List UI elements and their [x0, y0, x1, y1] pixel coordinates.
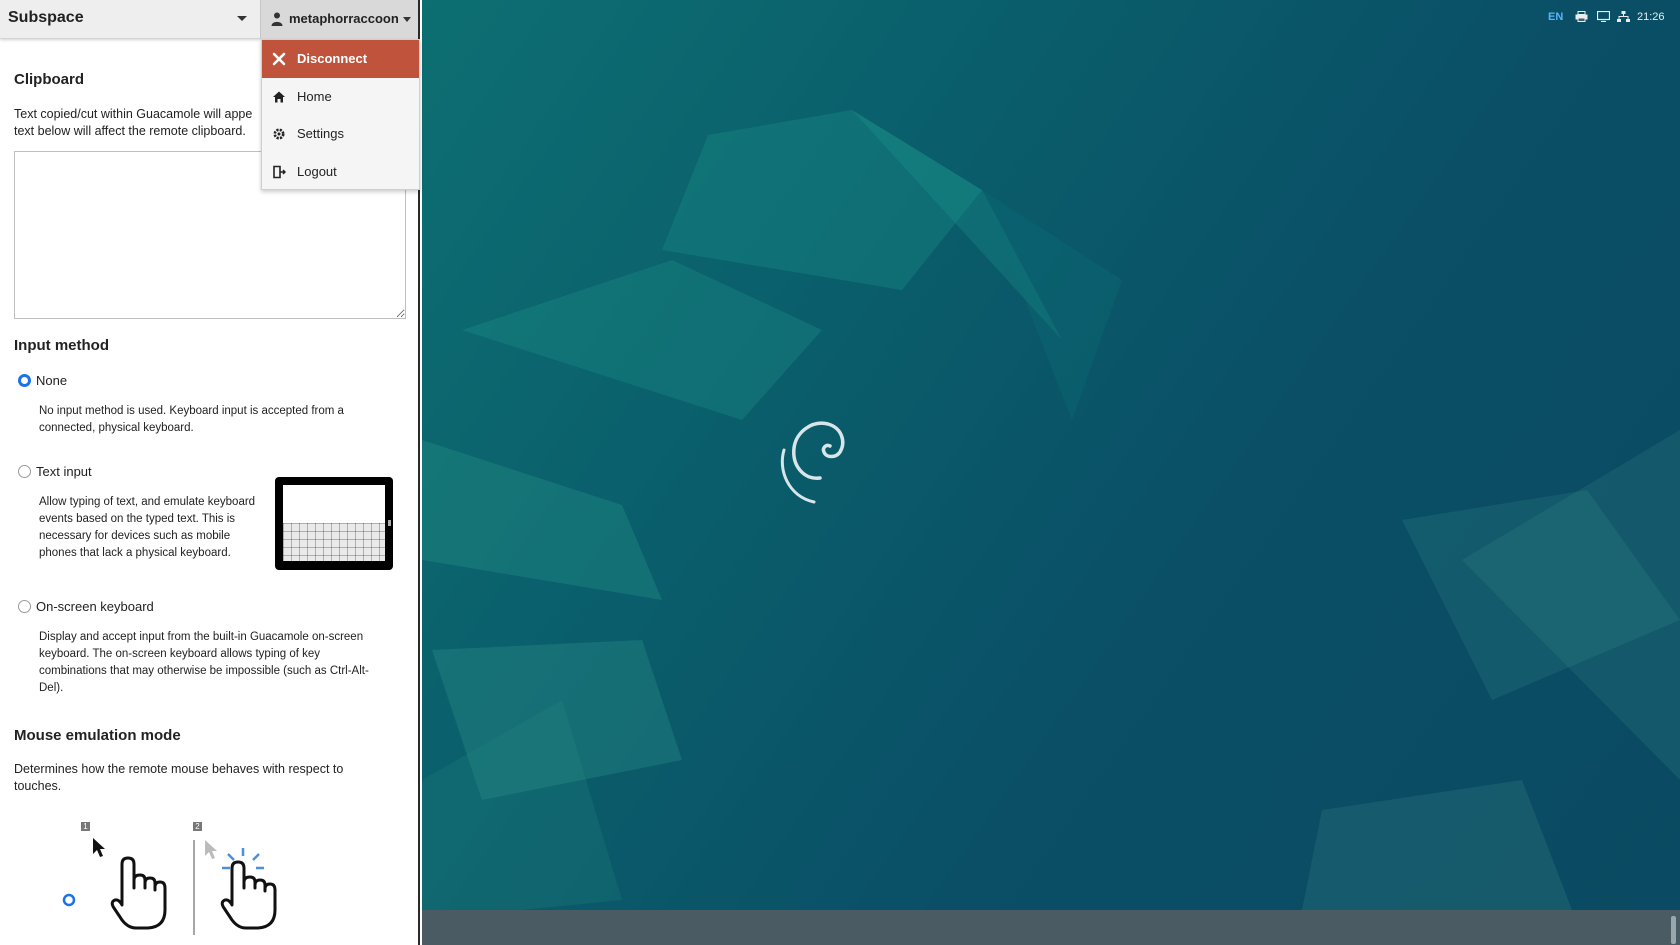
- taskbar-edge-handle[interactable]: [1671, 916, 1676, 944]
- input-method-osk-desc-3: combinations that may otherwise be impos…: [39, 665, 369, 677]
- debian-swirl-logo: [792, 421, 845, 480]
- logout-label: Logout: [297, 163, 337, 179]
- network-icon[interactable]: [1617, 11, 1630, 22]
- display-icon[interactable]: [1597, 11, 1610, 22]
- mouse-emulation-description-line-2: touches.: [14, 779, 62, 793]
- disconnect-label: Disconnect: [297, 51, 368, 66]
- user-menu-button[interactable]: metaphorraccoon: [260, 0, 418, 39]
- close-icon: [272, 52, 286, 66]
- input-method-osk-desc-2: keyboard. The on-screen keyboard allows …: [39, 648, 321, 660]
- user-icon: [271, 12, 283, 26]
- debian-wallpaper: [422, 110, 1680, 920]
- tablet-illustration: [275, 477, 393, 570]
- input-method-none-radio[interactable]: [18, 374, 31, 387]
- input-method-title: Input method: [14, 337, 109, 354]
- mouse-mode-absolute-radio[interactable]: [62, 893, 76, 907]
- remote-desktop[interactable]: [422, 0, 1680, 945]
- input-method-none-label[interactable]: None: [36, 373, 67, 388]
- menu-header: Subspace metaphorraccoon: [0, 0, 418, 39]
- input-method-osk-radio[interactable]: [18, 600, 31, 613]
- settings-label: Settings: [297, 126, 344, 141]
- mouse-emulation-title: Mouse emulation mode: [14, 727, 181, 744]
- tap-hand-icon: [220, 860, 277, 930]
- pointer-arrow-icon: [93, 838, 105, 857]
- clipboard-description-line-2: text below will affect the remote clipbo…: [14, 124, 246, 138]
- tablet-screen: [283, 485, 385, 523]
- home-menu-item[interactable]: Home: [262, 78, 419, 116]
- connection-name[interactable]: Subspace: [8, 9, 84, 27]
- input-method-osk-desc-4: Del).: [39, 682, 64, 694]
- disconnect-menu-item[interactable]: Disconnect: [262, 40, 419, 78]
- gear-icon: [273, 128, 285, 140]
- input-method-text-desc-4: phones that lack a physical keyboard.: [39, 547, 231, 559]
- remote-taskbar: [422, 910, 1680, 945]
- clipboard-description-line-1: Text copied/cut within Guacamole will ap…: [14, 107, 253, 121]
- input-method-none-desc-2: connected, physical keyboard.: [39, 422, 194, 434]
- tablet-keyboard: [283, 523, 385, 561]
- input-method-text-desc-3: necessary for devices such as mobile: [39, 530, 231, 542]
- printer-icon[interactable]: [1575, 11, 1588, 22]
- input-method-none-desc-1: No input method is used. Keyboard input …: [39, 405, 344, 417]
- input-method-text-radio[interactable]: [18, 465, 31, 478]
- settings-menu-item[interactable]: Settings: [262, 115, 419, 153]
- input-method-osk-desc-1: Display and accept input from the built-…: [39, 631, 364, 643]
- home-label: Home: [297, 88, 332, 104]
- mouse-emulation-illustration: [62, 838, 277, 935]
- input-method-text-desc-1: Allow typing of text, and emulate keyboa…: [39, 496, 256, 508]
- user-dropdown-menu: Disconnect Home Settings Logout: [261, 39, 420, 190]
- keyboard-layout-indicator[interactable]: EN: [1548, 11, 1563, 23]
- clock[interactable]: 21:26: [1637, 11, 1665, 23]
- connection-dropdown-caret-icon[interactable]: [237, 16, 247, 21]
- clipboard-title: Clipboard: [14, 71, 84, 88]
- logout-icon: [273, 165, 286, 178]
- username-label: metaphorraccoon: [289, 11, 399, 26]
- input-method-text-desc-2: events based on the typed text. This is: [39, 513, 236, 525]
- pointer-arrow-faded-icon: [205, 840, 217, 859]
- mouse-emulation-description-line-1: Determines how the remote mouse behaves …: [14, 762, 344, 776]
- chevron-down-icon: [403, 17, 411, 22]
- input-method-osk-label[interactable]: On-screen keyboard: [36, 599, 154, 614]
- touch-hand-icon: [110, 856, 167, 930]
- input-method-text-label[interactable]: Text input: [36, 464, 92, 479]
- logout-menu-item[interactable]: Logout: [262, 153, 419, 191]
- home-icon: [273, 91, 285, 102]
- tablet-button: [388, 520, 391, 526]
